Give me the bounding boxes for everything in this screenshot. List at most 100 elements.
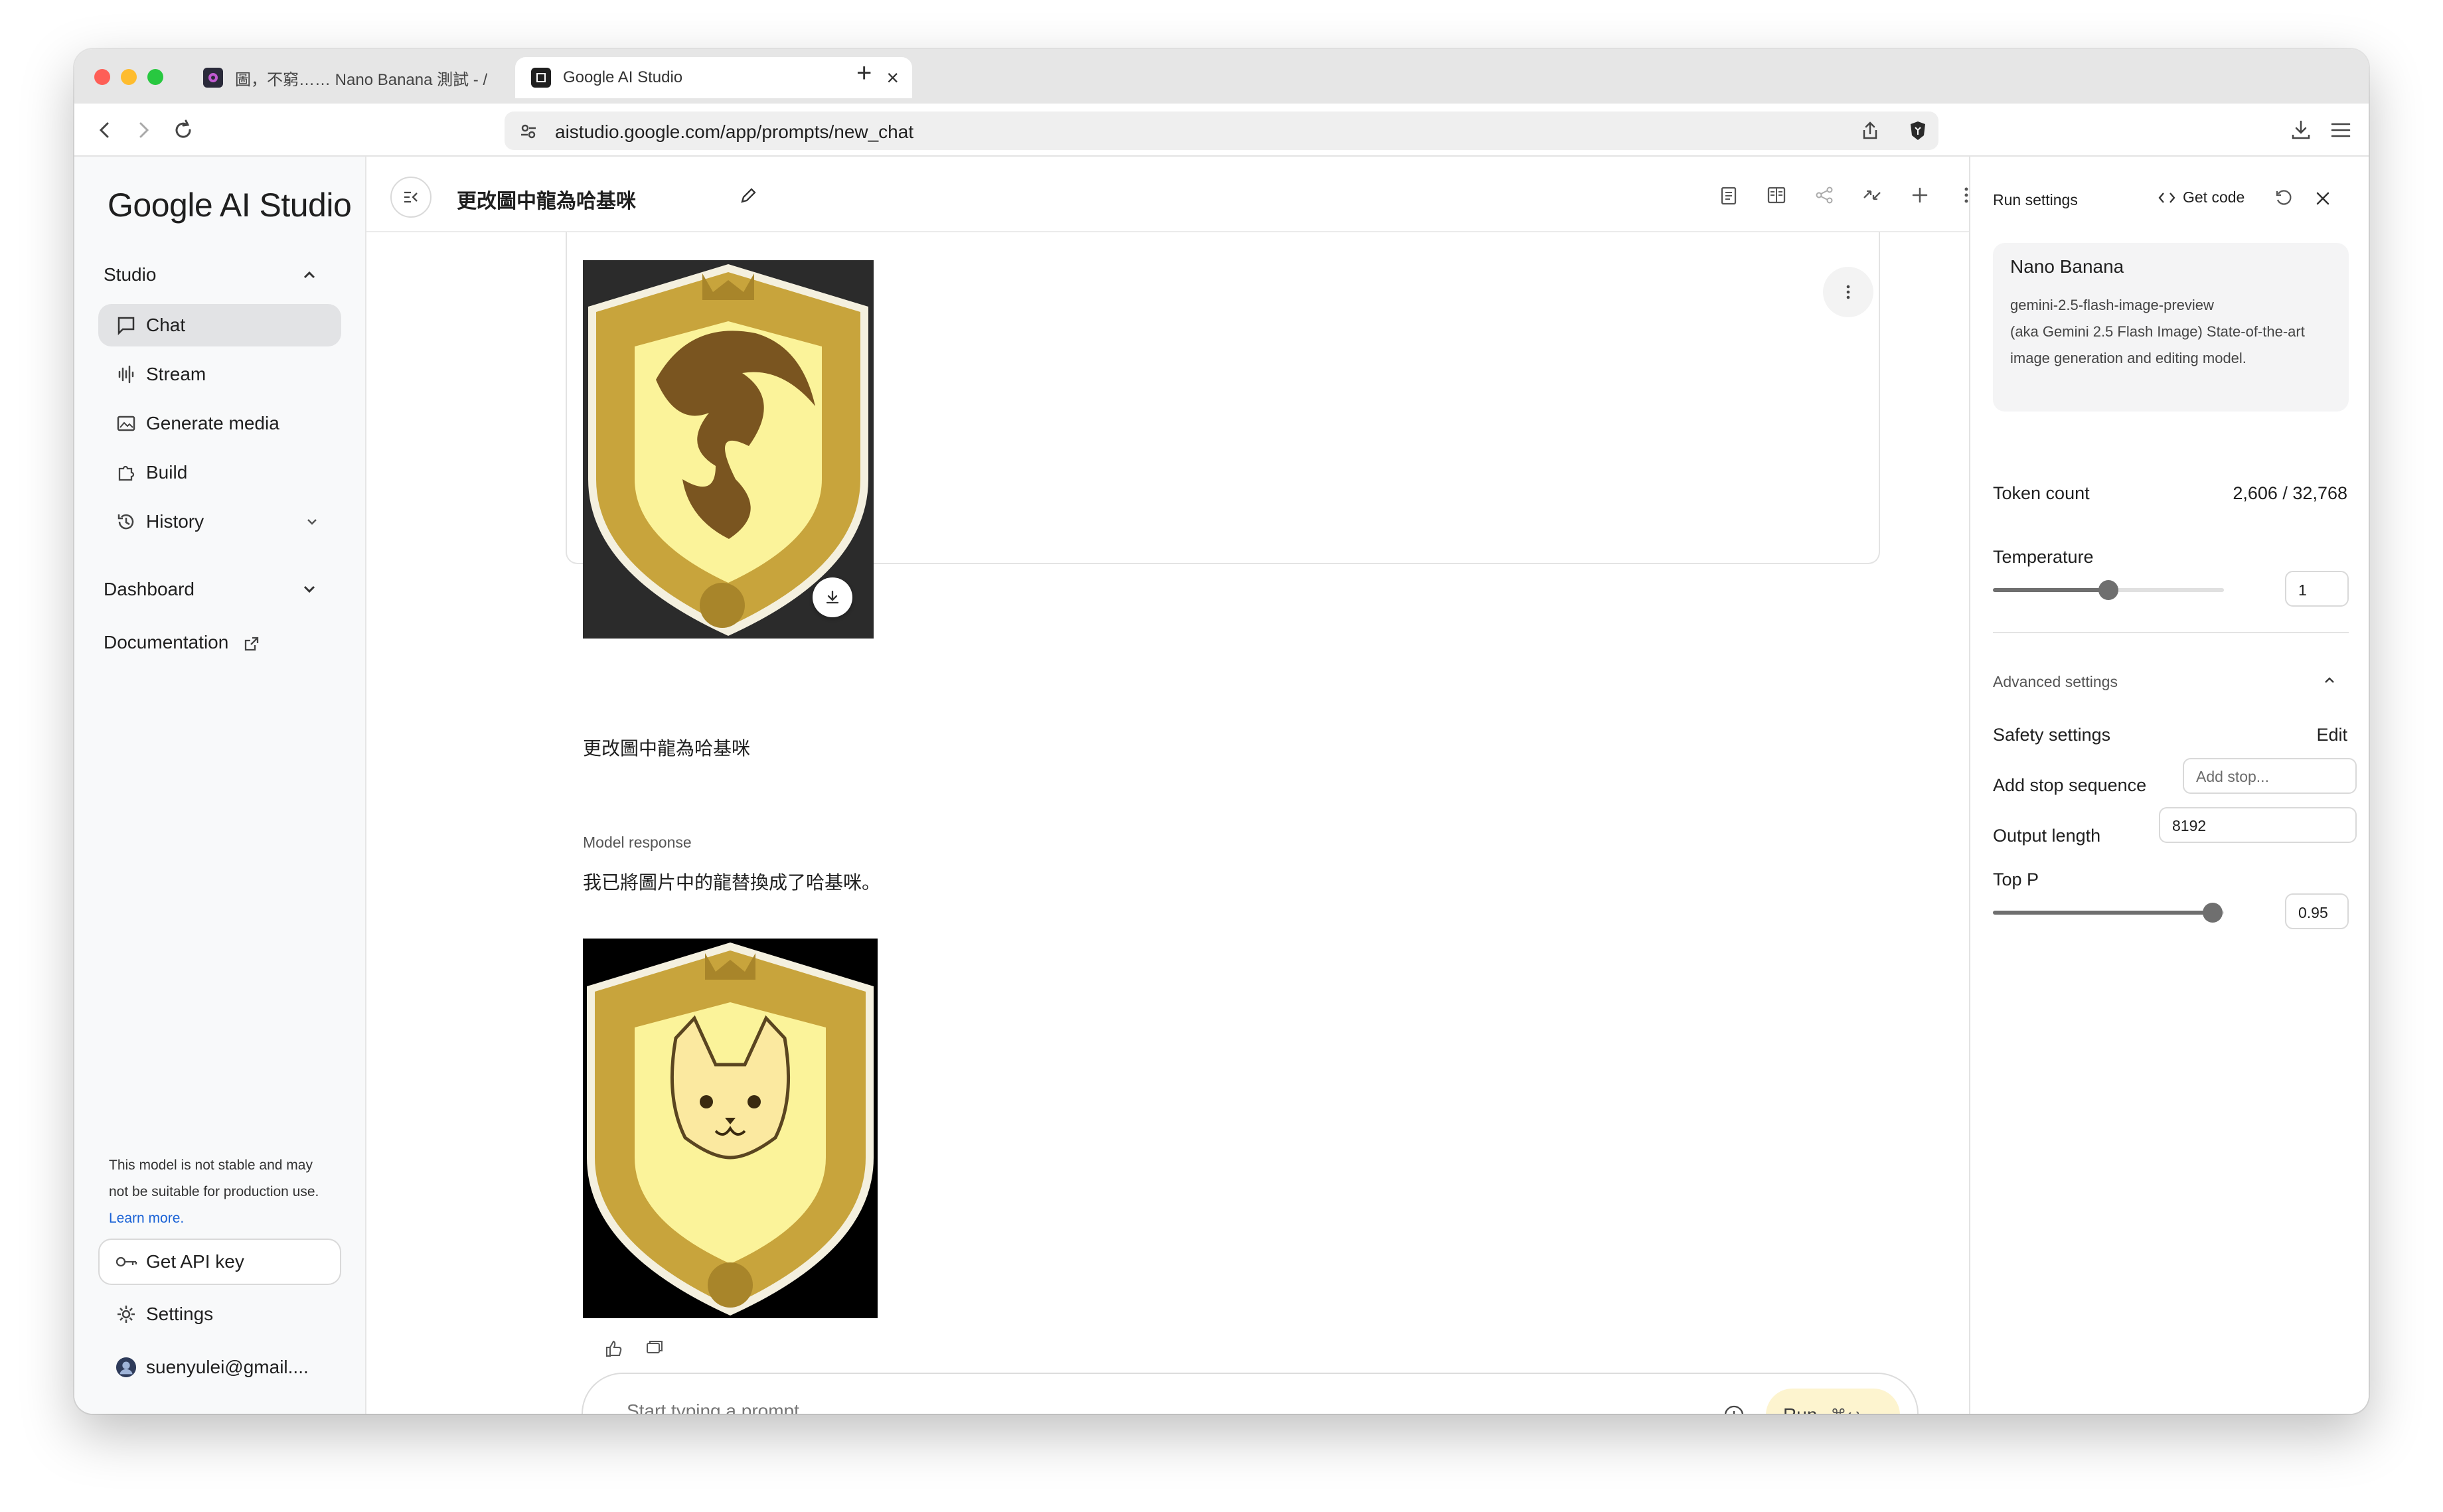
close-window-button[interactable] <box>94 69 110 85</box>
run-button[interactable]: Run ⌘↩ <box>1766 1389 1900 1414</box>
documentation-label: Documentation <box>104 632 229 652</box>
brand-logo[interactable]: Google AI Studio <box>108 186 352 224</box>
sidebar-item-label: History <box>146 511 204 532</box>
sidebar-item-label: Stream <box>146 364 206 384</box>
ai-studio-app: Google AI Studio Studio Chat Stream Gene… <box>74 157 2369 1414</box>
learn-more-link[interactable]: Learn more. <box>109 1211 184 1226</box>
documentation-link[interactable]: Documentation <box>104 632 260 653</box>
sidebar-item-stream[interactable]: Stream <box>98 353 341 396</box>
model-selector-card[interactable]: Nano Banana gemini-2.5-flash-image-previ… <box>1993 243 2349 412</box>
safety-settings-label: Safety settings <box>1993 725 2111 745</box>
tab-favicon-icon <box>203 68 223 88</box>
model-response-label: Model response <box>583 834 692 851</box>
feedback-icon[interactable] <box>643 1337 667 1361</box>
code-icon <box>2158 190 2176 205</box>
sidebar-item-build[interactable]: Build <box>98 451 341 494</box>
minimize-window-button[interactable] <box>121 69 137 85</box>
page-title: 更改圖中龍為哈基咪 <box>457 190 636 212</box>
gear-icon <box>116 1304 137 1325</box>
temperature-slider-fill <box>1993 588 2108 592</box>
close-panel-icon[interactable] <box>2313 189 2333 208</box>
model-response-text: 我已將圖片中的龍替換成了哈基咪。 <box>583 872 881 893</box>
run-settings-panel: Run settings Get code Nano Banana gemini… <box>1969 157 2369 1414</box>
sidebar-item-chat[interactable]: Chat <box>98 304 341 346</box>
model-disclaimer: This model is not stable and may not be … <box>109 1152 328 1232</box>
top-p-slider-knob[interactable] <box>2203 903 2223 923</box>
token-count-label: Token count <box>1993 483 2090 503</box>
stop-sequence-input[interactable]: Add stop... <box>2183 758 2357 794</box>
get-code-label: Get code <box>2183 189 2245 206</box>
output-length-label: Output length <box>1993 826 2101 846</box>
menu-button[interactable] <box>2326 115 2355 145</box>
site-settings-icon[interactable] <box>519 122 538 141</box>
download-icon <box>826 590 839 604</box>
collapse-sidebar-icon <box>404 191 418 203</box>
account-email: suenyulei@gmail.... <box>146 1357 309 1377</box>
chevron-down-icon[interactable] <box>299 579 320 600</box>
turn-options-button[interactable] <box>1823 267 1873 317</box>
tab-google-ai-studio[interactable]: Google AI Studio × <box>515 57 912 98</box>
chevron-up-icon[interactable] <box>299 264 320 285</box>
temperature-slider-knob[interactable] <box>2098 580 2118 600</box>
studio-label: Studio <box>104 264 157 285</box>
get-api-key-button[interactable]: Get API key <box>98 1239 341 1285</box>
token-count-value: 2,606 / 32,768 <box>2233 483 2347 503</box>
more-vert-icon <box>1846 285 1850 299</box>
left-sidebar: Google AI Studio Studio Chat Stream Gene… <box>74 157 366 1414</box>
chat-header: 更改圖中龍為哈基咪 <box>366 157 1969 232</box>
compare-icon[interactable] <box>1765 183 1788 207</box>
tab-close-icon[interactable]: × <box>886 66 899 90</box>
temperature-label: Temperature <box>1993 547 2094 567</box>
run-shortcut: ⌘↩ <box>1830 1406 1859 1414</box>
back-arrow-icon <box>99 122 109 138</box>
add-media-button[interactable] <box>1721 1402 1747 1414</box>
address-bar[interactable]: aistudio.google.com/app/prompts/new_chat <box>505 112 1938 150</box>
dashboard-label: Dashboard <box>104 579 195 599</box>
external-link-icon <box>243 635 260 652</box>
hamburger-menu-icon <box>2331 123 2351 137</box>
chat-main: 更改圖中龍為哈基咪 更改圖中龍為哈基咪 Model response 我已將圖片… <box>366 157 2026 1414</box>
thumbs-up-icon[interactable] <box>601 1337 625 1361</box>
forward-button[interactable] <box>129 115 158 145</box>
edit-title-icon[interactable] <box>738 186 758 206</box>
zoom-window-button[interactable] <box>147 69 163 85</box>
sidebar-item-settings[interactable]: Settings <box>98 1293 341 1335</box>
key-icon <box>116 1255 138 1268</box>
get-code-button[interactable]: Get code <box>2158 189 2245 206</box>
account-menu[interactable]: suenyulei@gmail.... <box>98 1346 341 1389</box>
back-button[interactable] <box>90 115 119 145</box>
model-description: (aka Gemini 2.5 Flash Image) State-of-th… <box>2010 323 2305 366</box>
download-image-button[interactable] <box>813 577 852 617</box>
clipboard-icon[interactable] <box>1717 183 1741 207</box>
studio-section-header[interactable]: Studio <box>104 264 156 285</box>
chat-icon <box>116 315 137 336</box>
brave-shield-icon[interactable] <box>1907 119 1929 142</box>
temperature-input[interactable]: 1 <box>2285 571 2349 607</box>
top-p-input[interactable]: 0.95 <box>2285 893 2349 929</box>
run-settings-title: Run settings <box>1993 191 2078 208</box>
run-label: Run <box>1783 1404 1817 1414</box>
output-length-input[interactable]: 8192 <box>2159 807 2357 843</box>
reset-settings-icon[interactable] <box>2274 189 2294 208</box>
browser-window: 圖，不窮…… Nano Banana 測試 - / Google AI Stud… <box>74 49 2369 1414</box>
advanced-settings-header[interactable]: Advanced settings <box>1993 673 2118 691</box>
share-icon[interactable] <box>1812 183 1836 207</box>
model-name: Nano Banana <box>2010 256 2124 277</box>
tab-title: Google AI Studio <box>563 68 683 86</box>
tab-nano-banana[interactable]: 圖，不窮…… Nano Banana 測試 - / <box>187 57 499 98</box>
new-chat-icon[interactable] <box>1908 183 1932 207</box>
sidebar-item-generate-media[interactable]: Generate media <box>98 402 341 445</box>
new-tab-button[interactable]: + <box>856 58 872 88</box>
safety-edit-button[interactable]: Edit <box>2316 725 2347 745</box>
generated-cat-shield-image[interactable] <box>583 939 878 1318</box>
chevron-down-icon[interactable] <box>301 511 323 532</box>
reload-button[interactable] <box>169 115 198 145</box>
divider <box>1993 632 2349 633</box>
compare-arrows-icon[interactable] <box>1860 183 1884 207</box>
share-icon[interactable] <box>1860 121 1880 141</box>
prompt-input[interactable] <box>627 1400 1622 1414</box>
dashboard-section-header[interactable]: Dashboard <box>104 579 195 600</box>
downloads-button[interactable] <box>2286 115 2316 145</box>
toggle-sidebar-button[interactable] <box>390 177 432 218</box>
chevron-up-icon[interactable] <box>2321 672 2338 689</box>
